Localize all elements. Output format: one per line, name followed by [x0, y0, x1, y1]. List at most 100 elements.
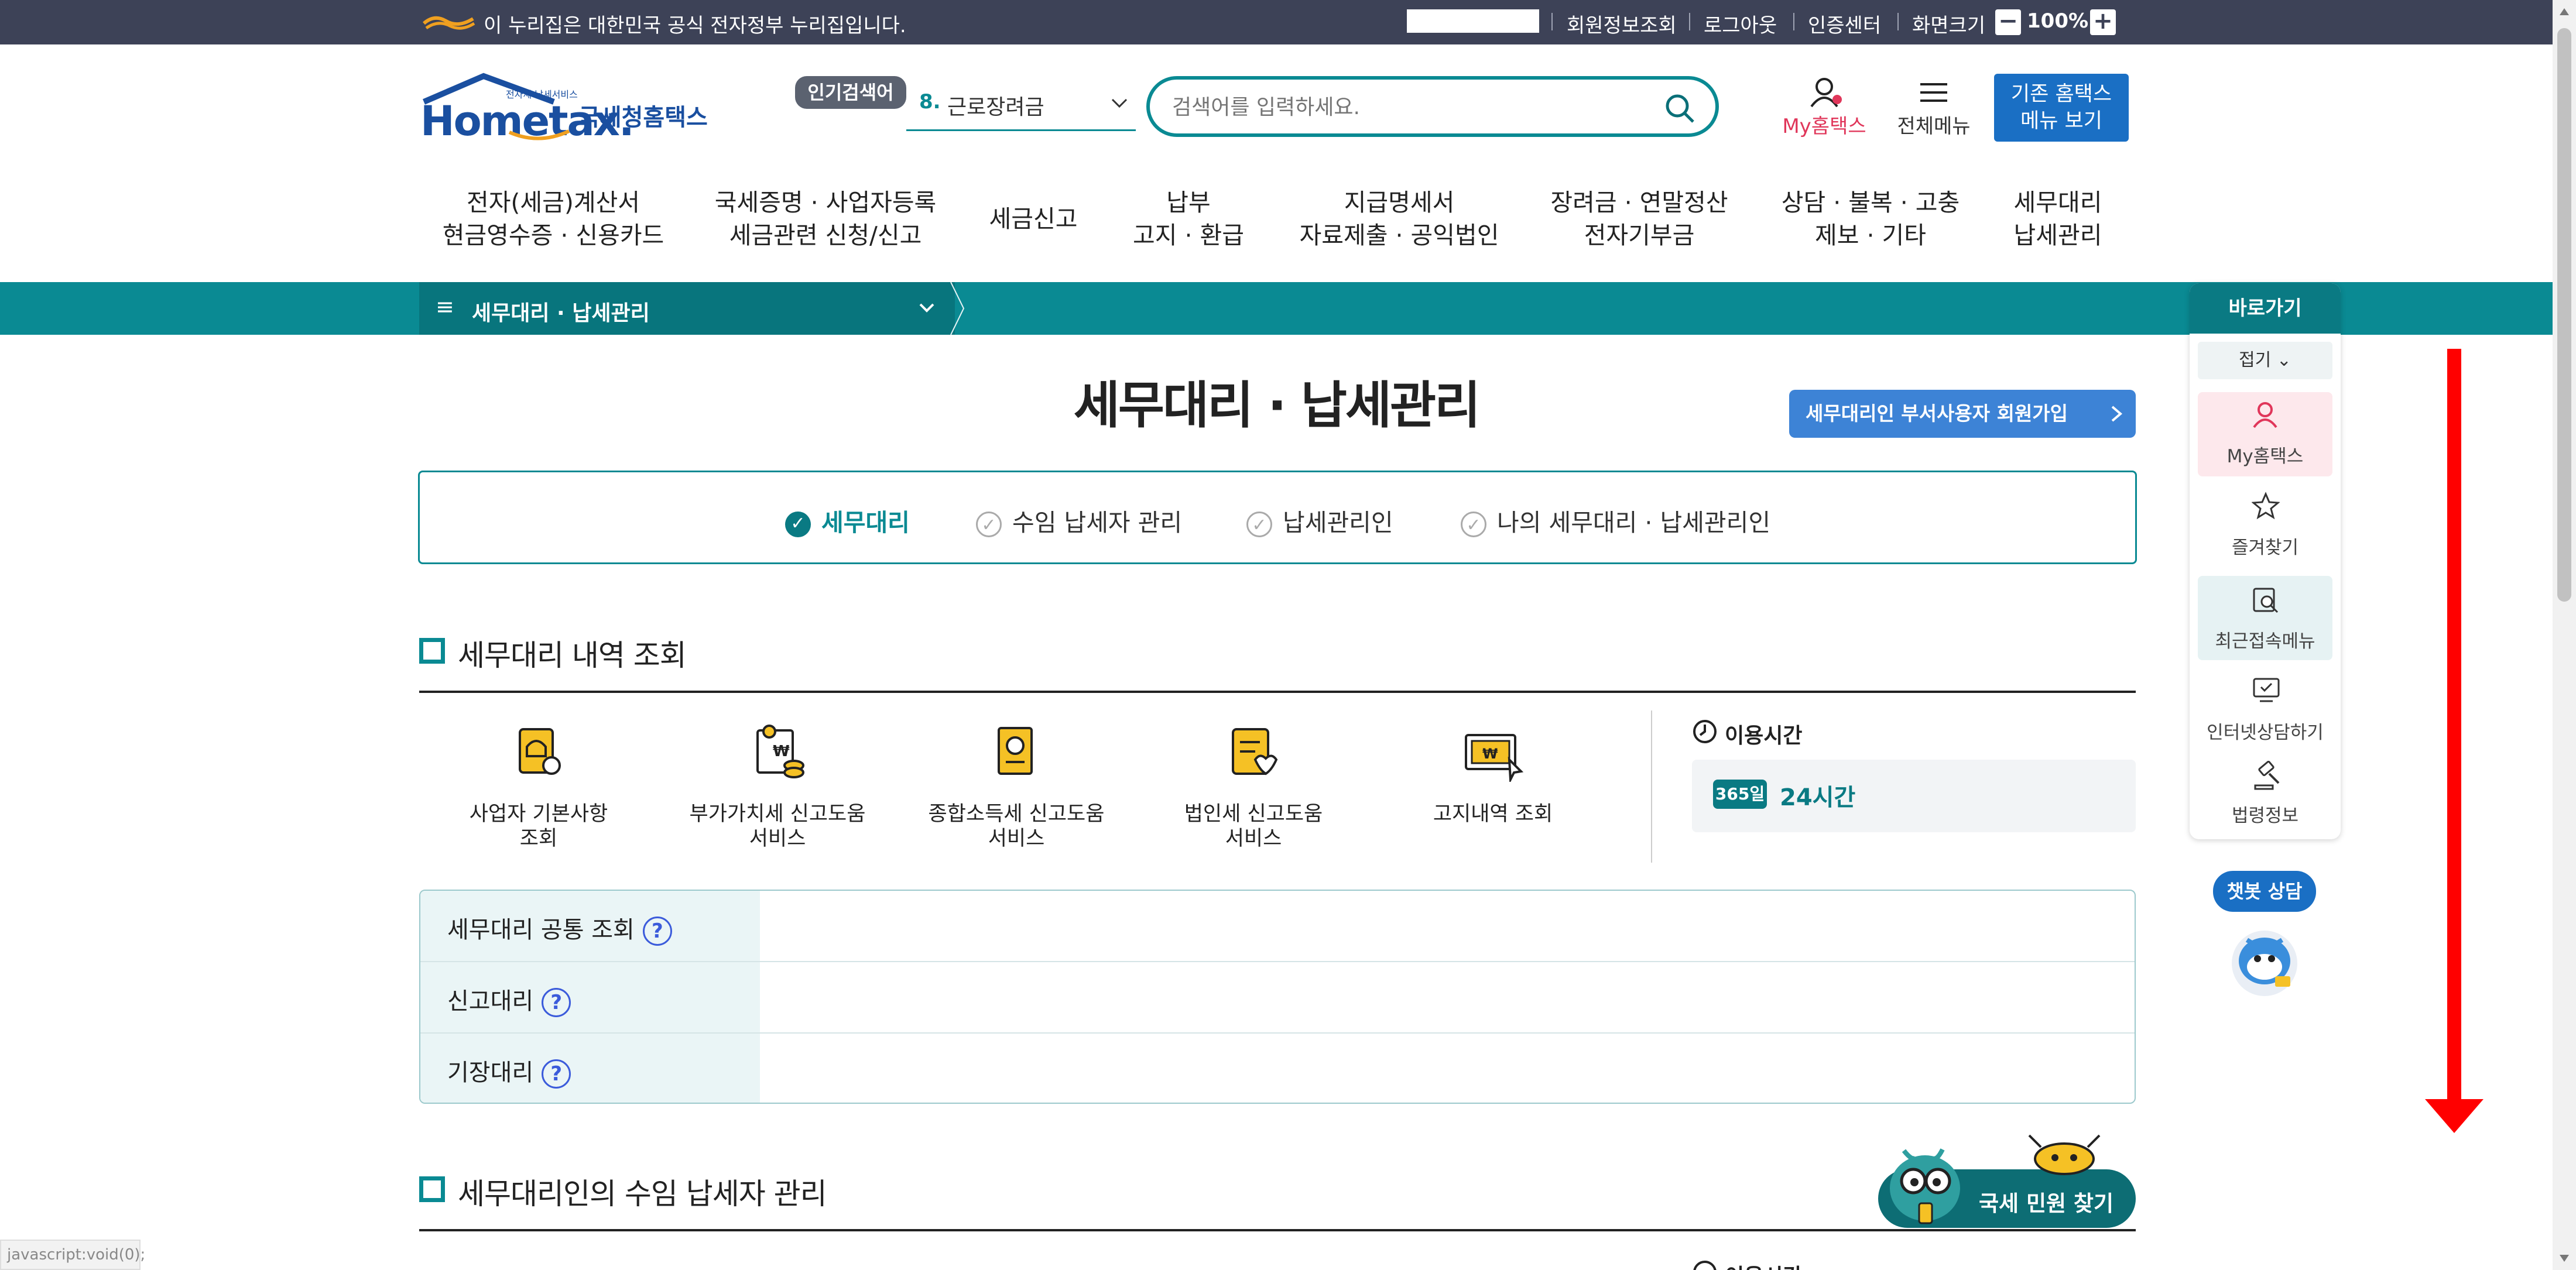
legacy-button-line2: 메뉴 보기 — [2020, 109, 2102, 133]
service-vat-help[interactable]: ₩ 부가가치세 신고도움 서비스 — [678, 723, 877, 858]
gnb-item-payment[interactable]: 납부 고지 · 환급 — [1118, 186, 1259, 252]
tax-agent-menu-table: 세무대리 공통 조회? 신고대리? 기장대리? — [419, 890, 2136, 1104]
chevron-down-icon — [1111, 98, 1128, 108]
help-icon[interactable]: ? — [542, 1059, 571, 1089]
help-icon[interactable]: ? — [542, 988, 571, 1017]
chatbot-button[interactable]: 챗봇 상담 — [2213, 871, 2316, 912]
clock-icon — [1693, 1261, 1717, 1270]
bee-decoration-icon — [2028, 1134, 2101, 1175]
quick-panel-fold-button[interactable]: 접기 ⌄ — [2198, 342, 2332, 379]
popular-search-rolling[interactable]: 8. 근로장려금 — [906, 82, 1136, 131]
quick-item-my-hometax[interactable]: My홈택스 — [2198, 392, 2332, 476]
my-hometax-link[interactable]: My홈택스 — [1777, 76, 1871, 140]
divider — [1897, 13, 1899, 30]
member-info-link[interactable]: 회원정보조회 — [1567, 9, 1677, 38]
breadcrumb-arrow — [950, 282, 965, 335]
label-line: 서비스 — [988, 827, 1045, 850]
zoom-out-button[interactable]: − — [1995, 9, 2021, 35]
table-row[interactable]: 신고대리? — [447, 982, 571, 1017]
legacy-button-line1: 기존 홈택스 — [2010, 83, 2112, 106]
gnb-line: 장려금 · 연말정산 — [1550, 188, 1728, 217]
check-circle-icon: ✓ — [976, 512, 1002, 537]
quick-panel-title: 바로가기 — [2190, 283, 2341, 334]
gnb-line: 전자(세금)계산서 — [466, 188, 640, 217]
tab-taxpayer-management[interactable]: ✓ 수임 납세자 관리 — [976, 503, 1182, 538]
tab-my-tax-agent[interactable]: ✓ 나의 세무대리 · 납세관리인 — [1461, 503, 1770, 538]
label-line: 서비스 — [1225, 827, 1282, 850]
gnb-item-einvoice[interactable]: 전자(세금)계산서 현금영수증 · 신용카드 — [433, 186, 673, 252]
civil-button-label: 국세 민원 찾기 — [1979, 1191, 2114, 1216]
hours-label-partial: 이용시간 — [1692, 1257, 1868, 1270]
tab-label: 납세관리인 — [1283, 509, 1393, 537]
scroll-up-arrow-icon[interactable] — [2560, 8, 2569, 15]
mascot-icon — [1890, 1148, 1960, 1224]
logo-swoosh-icon — [508, 129, 570, 140]
service-label: 사업자 기본사항 조회 — [451, 802, 626, 851]
monitor-check-icon — [2253, 678, 2280, 702]
gnb-line: 납세관리 — [2013, 221, 2102, 249]
location-current[interactable]: ≡ 세무대리 · 납세관리 — [419, 282, 955, 335]
quick-item-recent-menu[interactable]: 최근접속메뉴 — [2198, 576, 2332, 660]
notice-history-icon: ₩ — [1465, 734, 1524, 782]
tab-tax-manager[interactable]: ✓ 납세관리인 — [1246, 503, 1393, 538]
star-icon — [2252, 492, 2280, 520]
scrollbar-thumb[interactable] — [2557, 28, 2571, 602]
join-dept-user-button[interactable]: 세무대리인 부서사용자 회원가입 — [1789, 390, 2136, 438]
service-notice-history[interactable]: ₩ 고지내역 조회 — [1399, 723, 1587, 858]
label-line: 사업자 기본사항 — [469, 802, 608, 826]
row-label: 신고대리 — [447, 988, 534, 1015]
service-label: 종합소득세 신고도움 서비스 — [917, 802, 1116, 851]
table-row[interactable]: 세무대리 공통 조회? — [447, 911, 672, 946]
quick-item-law-info[interactable]: 법령정보 — [2198, 756, 2332, 832]
vertical-scrollbar[interactable] — [2553, 0, 2576, 1270]
hours-label: 이용시간 — [1725, 724, 1803, 748]
quick-item-label: 법령정보 — [2231, 805, 2299, 826]
scroll-down-arrow-icon[interactable] — [2560, 1255, 2569, 1262]
table-row[interactable]: 기장대리? — [447, 1053, 571, 1089]
service-business-info[interactable]: 사업자 기본사항 조회 — [451, 723, 626, 858]
search-icon[interactable] — [1664, 92, 1697, 125]
service-corporate-tax-help[interactable]: 법인세 신고도움 서비스 — [1157, 723, 1350, 858]
gnb-item-certificate[interactable]: 국세증명 · 사업자등록 세금관련 신청/신고 — [703, 186, 948, 252]
quick-item-online-consult[interactable]: 인터넷상담하기 — [2198, 670, 2332, 751]
help-icon[interactable]: ? — [642, 917, 672, 946]
quick-item-label: 최근접속메뉴 — [2215, 631, 2315, 652]
my-hometax-label: My홈택스 — [1782, 115, 1866, 138]
row-label: 세무대리 공통 조회 — [447, 917, 635, 943]
all-menu-button[interactable]: 전체메뉴 — [1890, 76, 1978, 140]
user-name-masked — [1407, 9, 1539, 33]
zoom-in-button[interactable]: + — [2090, 9, 2116, 35]
search-input[interactable] — [1172, 92, 1652, 122]
section-divider — [419, 691, 2136, 693]
service-income-tax-help[interactable]: 종합소득세 신고도움 서비스 — [917, 723, 1116, 858]
hometax-logo[interactable]: 전자세 납세서비스 Hometax. 국세청홈택스 — [419, 73, 712, 149]
user-icon — [2253, 402, 2277, 428]
gnb-line: 전자기부금 — [1584, 221, 1695, 249]
sub-tab-box: ✓ 세무대리 ✓ 수임 납세자 관리 ✓ 납세관리인 ✓ 나의 세무대리 · 납세관리인 — [418, 471, 2137, 564]
gnb-item-tax-agent[interactable]: 세무대리 납세관리 — [1996, 186, 2119, 252]
gnb-item-tax-filing[interactable]: 세금신고 — [972, 202, 1095, 235]
gnb-line: 국세증명 · 사업자등록 — [714, 188, 937, 217]
zoom-level: 100% — [2027, 9, 2089, 33]
red-down-arrow-annotation — [2425, 349, 2483, 1133]
quick-item-favorites[interactable]: 즐겨찾기 — [2198, 485, 2332, 567]
chevron-down-icon: ⌄ — [2276, 350, 2291, 370]
screen-size-label: 화면크기 — [1912, 14, 1986, 37]
logout-link[interactable]: 로그아웃 — [1704, 9, 1777, 38]
gov-notice-bar: 이 누리집은 대한민국 공식 전자정부 누리집입니다. 회원정보조회 로그아웃 … — [0, 0, 2553, 44]
cert-center-link[interactable]: 인증센터 — [1808, 9, 1881, 38]
chevron-right-icon — [2111, 406, 2123, 422]
gnb-item-consult[interactable]: 상담 · 불복 · 고충 제보 · 기타 — [1762, 186, 1979, 252]
legacy-menu-button[interactable]: 기존 홈택스 메뉴 보기 — [1994, 74, 2129, 142]
browser-status-bar: javascript:void(0); — [0, 1240, 145, 1270]
gnb-item-payment-statement[interactable]: 지급명세서 자료제출 · 공익법인 — [1282, 186, 1516, 252]
check-circle-icon: ✓ — [1461, 512, 1486, 537]
gnb-line: 고지 · 환급 — [1133, 221, 1244, 249]
check-circle-icon: ✓ — [785, 512, 811, 537]
join-button-label: 세무대리인 부서사용자 회원가입 — [1806, 402, 2068, 425]
gnb-item-incentive[interactable]: 장려금 · 연말정산전자기부금 — [1534, 186, 1745, 252]
row-divider — [420, 961, 2135, 962]
tab-tax-agent[interactable]: ✓ 세무대리 — [785, 503, 910, 538]
chatbot-mascot-icon[interactable] — [2224, 920, 2306, 1002]
location-bar: ≡ 세무대리 · 납세관리 — [0, 282, 2553, 335]
